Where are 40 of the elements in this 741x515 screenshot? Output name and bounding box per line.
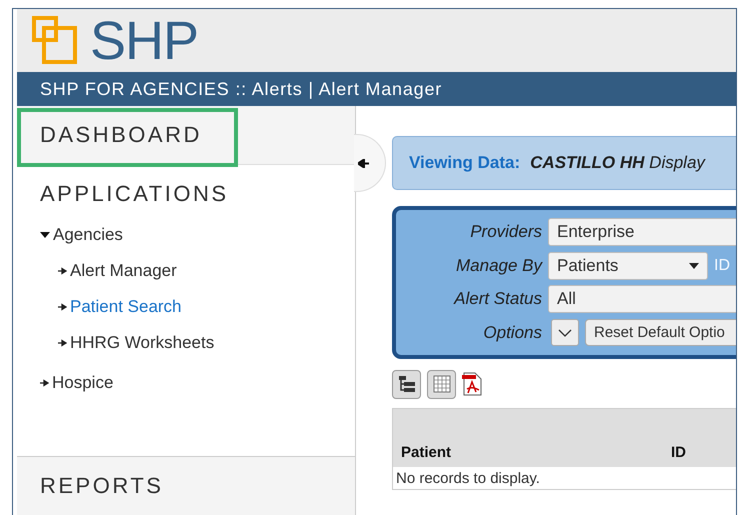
viewing-label: Viewing Data: [409,153,520,173]
pdf-icon[interactable] [462,372,482,396]
column-header[interactable]: Patient [401,444,671,461]
applications-heading: APPLICATIONS [40,180,229,206]
filter-label: Providers [469,222,542,242]
tree-view-icon [398,375,416,393]
tree-item[interactable]: Agencies [40,224,123,245]
column-header[interactable]: ID [671,444,686,461]
tree-item[interactable]: Hospice [40,372,114,393]
arrow-right-icon [40,378,49,387]
breadcrumb: SHP FOR AGENCIES :: Alerts | Alert Manager [40,78,442,100]
filter-label: Manage By [455,256,542,276]
empty-message: No records to display. [396,470,540,486]
grid-view-button[interactable] [427,370,456,398]
filter-label: Alert Status [452,289,542,310]
id-label: ID [714,256,730,275]
filter-label: Options [482,322,542,343]
reset-options-button[interactable]: Reset Default Optio [585,319,736,346]
tree-item[interactable]: Alert Manager [58,260,177,281]
dropdown[interactable]: Patients [548,252,708,280]
logo-squares-icon [32,16,78,66]
arrow-right-icon [58,266,67,275]
caret-icon [689,262,699,269]
arrow-right-icon [58,302,67,311]
tree-view-button[interactable] [392,370,421,398]
options-toggle-button[interactable] [551,319,579,346]
collapse-button[interactable] [354,134,386,192]
dashboard-link[interactable]: DASHBOARD [40,122,202,148]
tree-item[interactable]: HHRG Worksheets [58,332,214,353]
grid-icon [432,375,450,393]
input-field[interactable]: All [548,285,736,314]
reports-link[interactable]: REPORTS [40,473,164,500]
arrow-right-icon [58,338,67,347]
logo-text: SHP [90,14,198,68]
arrow-left-icon [358,158,369,168]
input-field[interactable]: Enterprise [548,218,736,246]
viewing-value: CASTILLO HH Display [530,153,705,173]
chevron-down-icon [558,328,572,337]
expanded-triangle-icon [40,230,50,239]
tree-item[interactable]: Patient Search [58,296,182,317]
